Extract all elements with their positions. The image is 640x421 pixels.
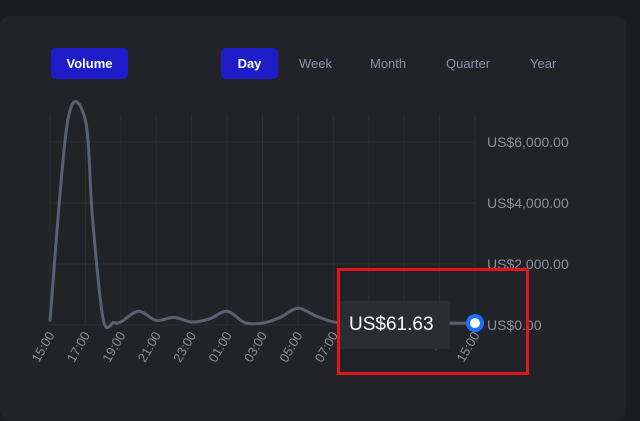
value-tooltip: US$61.63 xyxy=(340,301,450,349)
y-tick-label: US$6,000.00 xyxy=(487,134,569,150)
x-tick-label: 15:00 xyxy=(453,329,482,365)
x-tick-label: 05:00 xyxy=(276,329,305,365)
volume-line-chart: US$6,000.00 US$4,000.00 US$2,000.00 US$0.00… xyxy=(28,100,569,365)
x-tick-label: 01:00 xyxy=(205,329,234,365)
x-tick-label: 07:00 xyxy=(312,329,341,365)
selected-point-center xyxy=(470,318,480,329)
y-tick-label: US$4,000.00 xyxy=(487,195,569,211)
tooltip-value: US$61.63 xyxy=(349,314,434,335)
y-tick-label: US$0.00 xyxy=(487,317,542,333)
x-tick-label: 19:00 xyxy=(99,329,128,365)
x-tick-label: 21:00 xyxy=(135,329,164,365)
x-tick-label: 15:00 xyxy=(28,329,57,365)
y-tick-label: US$2,000.00 xyxy=(487,256,569,272)
x-tick-label: 23:00 xyxy=(170,329,199,365)
x-tick-label: 03:00 xyxy=(241,329,270,365)
x-tick-label: 17:00 xyxy=(64,329,93,365)
